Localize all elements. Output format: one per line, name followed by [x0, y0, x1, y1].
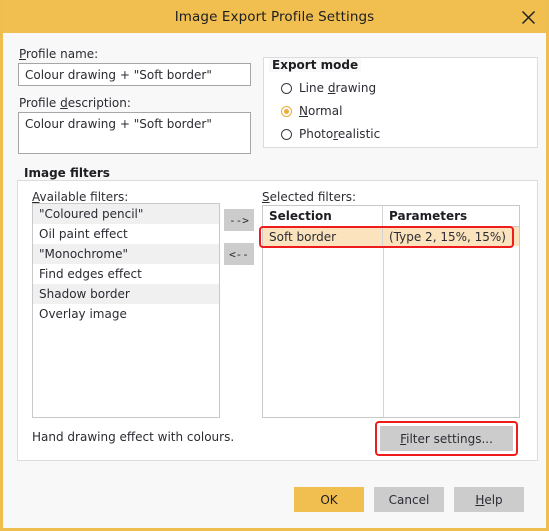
export-mode-title: Export mode: [269, 58, 362, 72]
list-item[interactable]: Find edges effect: [33, 264, 219, 284]
cancel-button[interactable]: Cancel: [374, 487, 444, 512]
window-title: Image Export Profile Settings: [174, 8, 375, 25]
radio-label: Photorealistic: [299, 126, 381, 141]
close-icon[interactable]: [515, 4, 541, 30]
radio-label: Line drawing: [299, 80, 377, 95]
column-header-parameters: Parameters: [389, 209, 468, 223]
selected-filters-label: Selected filters:: [262, 190, 357, 204]
radio-photorealistic[interactable]: Photorealistic: [281, 126, 380, 142]
add-filter-button[interactable]: -->: [224, 209, 254, 231]
radio-indicator: [281, 82, 292, 94]
filter-description-text: Hand drawing effect with colours.: [32, 430, 235, 444]
profile-description-value: Colour drawing + "Soft border": [25, 117, 212, 131]
ok-button[interactable]: OK: [294, 487, 364, 512]
image-export-profile-settings-dialog: Image Export Profile Settings Profile na…: [0, 0, 549, 531]
list-item[interactable]: Shadow border: [33, 284, 219, 304]
image-filters-title: Image filters: [21, 166, 113, 180]
available-filters-list[interactable]: "Coloured pencil" Oil paint effect "Mono…: [32, 203, 220, 418]
radio-indicator: [281, 128, 292, 140]
table-header-row: Selection Parameters: [263, 206, 519, 227]
profile-description-field[interactable]: Colour drawing + "Soft border": [18, 112, 251, 154]
column-header-selection: Selection: [263, 206, 383, 226]
help-button[interactable]: Help: [454, 487, 524, 512]
cell-selection: Soft border: [263, 227, 383, 247]
title-bar: Image Export Profile Settings: [3, 0, 546, 33]
list-item[interactable]: Oil paint effect: [33, 224, 219, 244]
list-item[interactable]: Overlay image: [33, 304, 219, 324]
remove-filter-button[interactable]: <--: [224, 243, 254, 265]
radio-line-drawing[interactable]: Line drawing: [281, 80, 376, 96]
list-item[interactable]: "Monochrome": [33, 244, 219, 264]
profile-name-input[interactable]: [18, 63, 251, 86]
table-row[interactable]: Soft border (Type 2, 15%, 15%): [263, 227, 519, 247]
radio-normal[interactable]: Normal: [281, 103, 342, 119]
radio-indicator-selected: [281, 105, 292, 117]
profile-name-label: Profile name:: [19, 47, 99, 61]
profile-description-label: Profile description:: [19, 96, 131, 110]
list-item[interactable]: "Coloured pencil": [33, 204, 219, 224]
cell-parameters: (Type 2, 15%, 15%): [389, 230, 506, 244]
filter-settings-button[interactable]: Filter settings...: [380, 426, 513, 451]
selected-filters-table[interactable]: Selection Parameters Soft border (Type 2…: [262, 205, 520, 418]
radio-label: Normal: [299, 103, 343, 118]
table-empty-area: [263, 246, 519, 417]
